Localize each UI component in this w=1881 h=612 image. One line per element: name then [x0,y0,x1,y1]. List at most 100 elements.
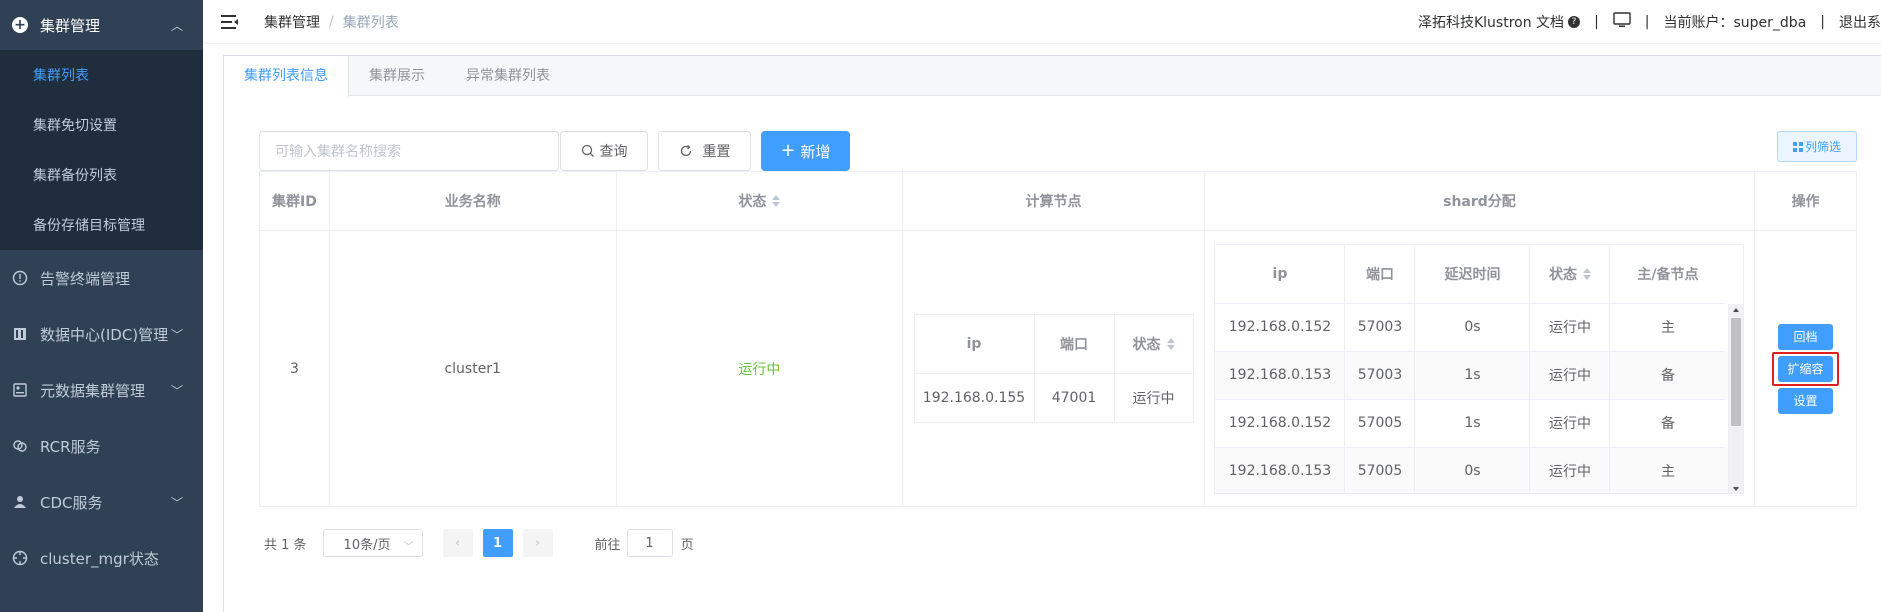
chevron-up-icon: ︿ [170,18,183,33]
shard-header-role: 主/备节点 [1610,245,1726,304]
reset-button-label: 重置 [702,144,731,160]
breadcrumb: 集群管理 / 集群列表 [264,12,399,32]
top-header: 集群管理 / 集群列表 泽拓科技Klustron 文档 ? | | 当前账户：s… [203,0,1881,44]
shard-scrollbar[interactable] [1728,303,1744,493]
add-button[interactable]: + 新增 [761,131,850,171]
goto-page-input[interactable]: 1 [626,529,673,557]
plus-icon: + [780,140,796,161]
scroll-thumb[interactable] [1731,317,1742,426]
user-icon [12,494,28,510]
tab-cluster-display[interactable]: 集群展示 [349,56,446,96]
sidebar-item-label: 元数据集群管理 [40,381,146,400]
tab-cluster-list-info[interactable]: 集群列表信息 [224,56,349,97]
highlight-box: 扩缩容 [1772,351,1840,386]
sort-icon[interactable] [1582,267,1591,280]
sidebar-item-cluster-backup-list[interactable]: 集群备份列表 [0,150,203,200]
compute-header-port: 端口 [1034,315,1115,374]
shard-role: 主 [1610,304,1726,352]
cell-shard: ip 端口 延迟时间 状态 主/备节点 192.168.0.152 57003 … [1205,231,1756,506]
scroll-up-icon[interactable] [1733,307,1740,312]
compute-header-status[interactable]: 状态 [1114,315,1193,374]
sidebar-item-rcr[interactable]: RCR服务 [0,418,203,474]
search-icon [581,144,594,157]
breadcrumb-separator: / [329,13,334,30]
cell-business-name: cluster1 [330,231,617,506]
sidebar-item-alert[interactable]: 告警终端管理 [0,250,203,306]
sort-icon[interactable] [1166,338,1175,350]
shard-header-port: 端口 [1345,244,1416,304]
shard-delay: 1s [1415,399,1531,448]
shard-ip: 192.168.0.153 [1215,447,1346,493]
table-row: 3 cluster1 运行中 ip 端口 状态 192.168.0.155 47… [260,231,1856,506]
tab-abnormal-cluster-list[interactable]: 异常集群列表 [446,56,571,96]
goto-prefix: 前往 [594,537,621,553]
shard-header-row: ip 端口 延迟时间 状态 主/备节点 [1215,244,1743,304]
search-input[interactable]: 可输入集群名称搜索 [259,131,559,171]
compute-header-row: ip 端口 状态 [914,315,1193,374]
breadcrumb-item-cluster-management[interactable]: 集群管理 [264,12,320,32]
shard-status: 运行中 [1530,399,1611,448]
chevron-down-icon: ﹀ [170,327,183,342]
page-number-current[interactable]: 1 [482,529,513,557]
header-compute-nodes: 计算节点 [903,172,1205,231]
page-size-value: 10条/页 [343,537,391,553]
prev-page-button[interactable]: ‹ [442,529,473,557]
shard-status: 运行中 [1530,351,1611,400]
scale-button[interactable]: 扩缩容 [1778,355,1834,382]
shard-header-status[interactable]: 状态 [1530,244,1611,304]
query-button[interactable]: 查询 [560,131,648,171]
cluster-table: 集群ID 业务名称 状态 计算节点 shard分配 操作 3 cluster1 … [259,171,1857,507]
sidebar-item-cluster-mgr[interactable]: cluster_mgr状态 [0,530,203,586]
shard-delay: 1s [1415,351,1531,400]
sidebar-item-cluster-switch-settings[interactable]: 集群免切设置 [0,100,203,150]
sort-icon[interactable] [772,195,781,207]
query-button-label: 查询 [599,144,628,160]
sidebar-item-backup-storage[interactable]: 备份存储目标管理 [0,200,203,250]
shard-role: 主 [1610,448,1725,493]
cell-compute-nodes: ip 端口 状态 192.168.0.155 47001 运行中 [903,231,1205,506]
shard-status: 运行中 [1530,447,1611,493]
chevron-left-icon: ‹ [454,535,461,551]
sidebar-item-cluster-list[interactable]: 集群列表 [0,50,203,100]
sidebar-item-idc[interactable]: 数据中心(IDC)管理 ﹀ [0,306,203,362]
docs-link[interactable]: 泽拓科技Klustron 文档 [1418,12,1564,32]
header-actions: 操作 [1755,172,1856,231]
scroll-down-icon[interactable] [1733,486,1740,491]
sidebar-item-label: RCR服务 [40,437,101,456]
menu-cluster-management[interactable]: + 集群管理 ︿ [0,0,203,50]
menu-cluster-management-label: 集群管理 [40,16,101,35]
header-status[interactable]: 状态 [616,172,904,231]
sidebar-item-cdc[interactable]: CDC服务 ﹀ [0,474,203,530]
sidebar-item-label: cluster_mgr状态 [40,549,159,568]
chevron-right-icon: › [534,535,541,551]
settings-button[interactable]: 设置 [1778,387,1834,414]
reset-button[interactable]: 重置 [658,131,751,171]
account-label: 当前账户：super_dba [1663,14,1807,31]
shard-row: 192.168.0.153 57003 1s 运行中 备 [1215,351,1744,400]
cell-status: 运行中 [617,231,904,506]
monitor-icon[interactable] [1613,11,1631,32]
shard-port: 57003 [1345,351,1416,400]
shard-role: 备 [1610,352,1726,400]
shard-row: 192.168.0.152 57005 1s 运行中 备 [1215,399,1743,448]
header-business-name: 业务名称 [329,172,617,231]
chevron-down-icon: ﹀ [403,542,414,553]
header-cluster-id: 集群ID [260,172,330,231]
next-page-button[interactable]: › [522,529,553,557]
pagination: 共 1 条 10条/页 ﹀ ‹ 1 › 前往 1 页 [264,529,694,557]
sidebar-item-metadata[interactable]: 元数据集群管理 ﹀ [0,362,203,418]
breadcrumb-item-cluster-list: 集群列表 [342,14,399,31]
column-filter-button[interactable]: 列筛选 [1777,131,1857,162]
toolbar: 可输入集群名称搜索 查询 重置 + 新增 [259,131,850,171]
question-icon[interactable]: ? [1568,15,1581,28]
hamburger-icon[interactable] [220,12,240,32]
logout-link[interactable]: 退出系 [1839,12,1881,32]
chevron-down-icon: ﹀ [170,495,183,510]
page-size-select[interactable]: 10条/页 ﹀ [322,529,423,557]
tab-bar: 集群列表信息 集群展示 异常集群列表 [224,56,1881,97]
rollback-button[interactable]: 回档 [1778,323,1834,350]
cell-actions: 回档 扩缩容 设置 [1755,231,1856,506]
shard-ip: 192.168.0.152 [1215,399,1346,448]
compute-port: 47001 [1035,374,1115,422]
shard-status: 运行中 [1530,303,1611,352]
